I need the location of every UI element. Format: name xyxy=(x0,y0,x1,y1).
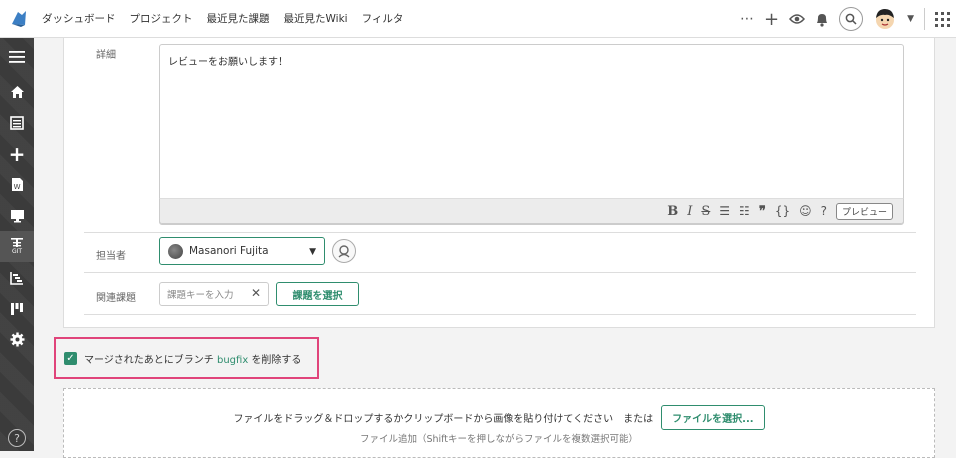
related-issues-label: 関連課題 xyxy=(96,293,136,304)
home-icon[interactable] xyxy=(0,76,34,107)
more-icon[interactable]: ⋯ xyxy=(740,11,754,27)
issue-key-input[interactable]: 課題キーを入力 ✕ xyxy=(159,282,269,306)
emoji-icon[interactable]: ☺ xyxy=(799,204,812,218)
divider xyxy=(84,314,916,315)
files-icon[interactable] xyxy=(0,200,34,231)
bold-icon[interactable]: B xyxy=(667,204,678,219)
quote-icon[interactable]: ❞ xyxy=(759,204,766,219)
global-nav: ダッシュボード プロジェクト 最近見た課題 最近見たWiki フィルタ xyxy=(42,11,403,26)
select-file-button[interactable]: ファイルを選択... xyxy=(661,405,765,430)
sidebar: + W GIT ? xyxy=(0,38,34,451)
settings-icon[interactable] xyxy=(0,324,34,355)
search-icon[interactable] xyxy=(839,7,864,31)
delete-branch-checkbox[interactable]: ✓ xyxy=(64,351,77,365)
nav-projects[interactable]: プロジェクト xyxy=(130,11,193,26)
dropzone-text: ファイルをドラッグ＆ドロップするかクリップボードから画像を貼り付けてください ま… xyxy=(233,414,654,425)
nav-recent-issues[interactable]: 最近見た課題 xyxy=(207,11,270,26)
preview-button[interactable]: プレビュー xyxy=(835,202,893,220)
backlog-logo-icon[interactable] xyxy=(0,0,38,38)
menu-icon[interactable] xyxy=(0,38,34,76)
delete-branch-label: マージされたあとにブランチ bugfix を削除する xyxy=(84,351,301,366)
help-icon[interactable]: ? xyxy=(821,204,827,218)
nav-dashboard[interactable]: ダッシュボード xyxy=(42,11,116,26)
add-icon[interactable]: + xyxy=(0,138,34,169)
top-right-tools: ⋯ + ▼ xyxy=(740,0,956,38)
avatar xyxy=(168,243,183,259)
delete-branch-text-before: マージされたあとにブランチ xyxy=(84,354,214,366)
code-icon[interactable]: {} xyxy=(775,204,790,218)
top-bar: ダッシュボード プロジェクト 最近見た課題 最近見たWiki フィルタ ⋯ + … xyxy=(0,0,956,38)
divider xyxy=(924,8,925,30)
assignee-select[interactable]: Masanori Fujita ▼ xyxy=(159,237,325,265)
description-label: 詳細 xyxy=(96,50,116,61)
eye-icon[interactable] xyxy=(789,13,806,25)
chevron-down-icon: ▼ xyxy=(309,247,316,257)
git-icon[interactable]: GIT xyxy=(0,231,34,262)
select-issue-button[interactable]: 課題を選択 xyxy=(276,282,359,306)
git-label: GIT xyxy=(11,248,23,255)
delete-branch-option[interactable]: ✓ マージされたあとにブランチ bugfix を削除する xyxy=(54,337,319,379)
description-text: レビューをお願いします！ xyxy=(168,57,288,68)
issue-form-panel: 詳細 レビューをお願いします！ B I S ☰ ☷ ❞ {} ☺ ? プレビュー… xyxy=(63,38,935,328)
issues-icon[interactable] xyxy=(0,107,34,138)
gantt-icon[interactable] xyxy=(0,262,34,293)
divider xyxy=(84,272,916,273)
numbered-list-icon[interactable]: ☷ xyxy=(739,204,750,218)
file-dropzone[interactable]: ファイルをドラッグ＆ドロップするかクリップボードから画像を貼り付けてください ま… xyxy=(63,388,935,458)
branch-name: bugfix xyxy=(217,354,249,366)
assignee-value: Masanori Fujita xyxy=(189,245,269,257)
board-icon[interactable] xyxy=(0,293,34,324)
wiki-icon[interactable]: W xyxy=(0,169,34,200)
nav-filters[interactable]: フィルタ xyxy=(362,11,404,26)
apps-grid-icon[interactable] xyxy=(935,11,950,27)
divider xyxy=(84,232,916,233)
italic-icon[interactable]: I xyxy=(687,204,692,219)
chevron-down-icon[interactable]: ▼ xyxy=(907,14,914,24)
user-avatar-icon[interactable] xyxy=(873,7,897,31)
dropzone-subtext: ファイル追加（Shiftキーを押しながらファイルを複数選択可能） xyxy=(359,434,639,445)
assignee-label: 担当者 xyxy=(96,251,126,262)
plus-icon[interactable]: + xyxy=(764,9,779,30)
close-icon[interactable]: ✕ xyxy=(251,286,261,300)
help-icon[interactable]: ? xyxy=(8,429,26,447)
nav-recent-wiki[interactable]: 最近見たWiki xyxy=(284,11,348,26)
strikethrough-icon[interactable]: S xyxy=(701,204,710,219)
bell-icon[interactable] xyxy=(815,12,829,27)
svg-text:W: W xyxy=(13,183,20,191)
bullet-list-icon[interactable]: ☰ xyxy=(719,204,730,218)
assign-to-me-button[interactable] xyxy=(332,239,356,263)
editor-toolbar: B I S ☰ ☷ ❞ {} ☺ ? プレビュー xyxy=(159,198,904,224)
dropzone-main: ファイルをドラッグ＆ドロップするかクリップボードから画像を貼り付けてください ま… xyxy=(64,405,934,430)
issue-key-placeholder: 課題キーを入力 xyxy=(167,290,234,301)
delete-branch-text-after: を削除する xyxy=(251,354,302,366)
